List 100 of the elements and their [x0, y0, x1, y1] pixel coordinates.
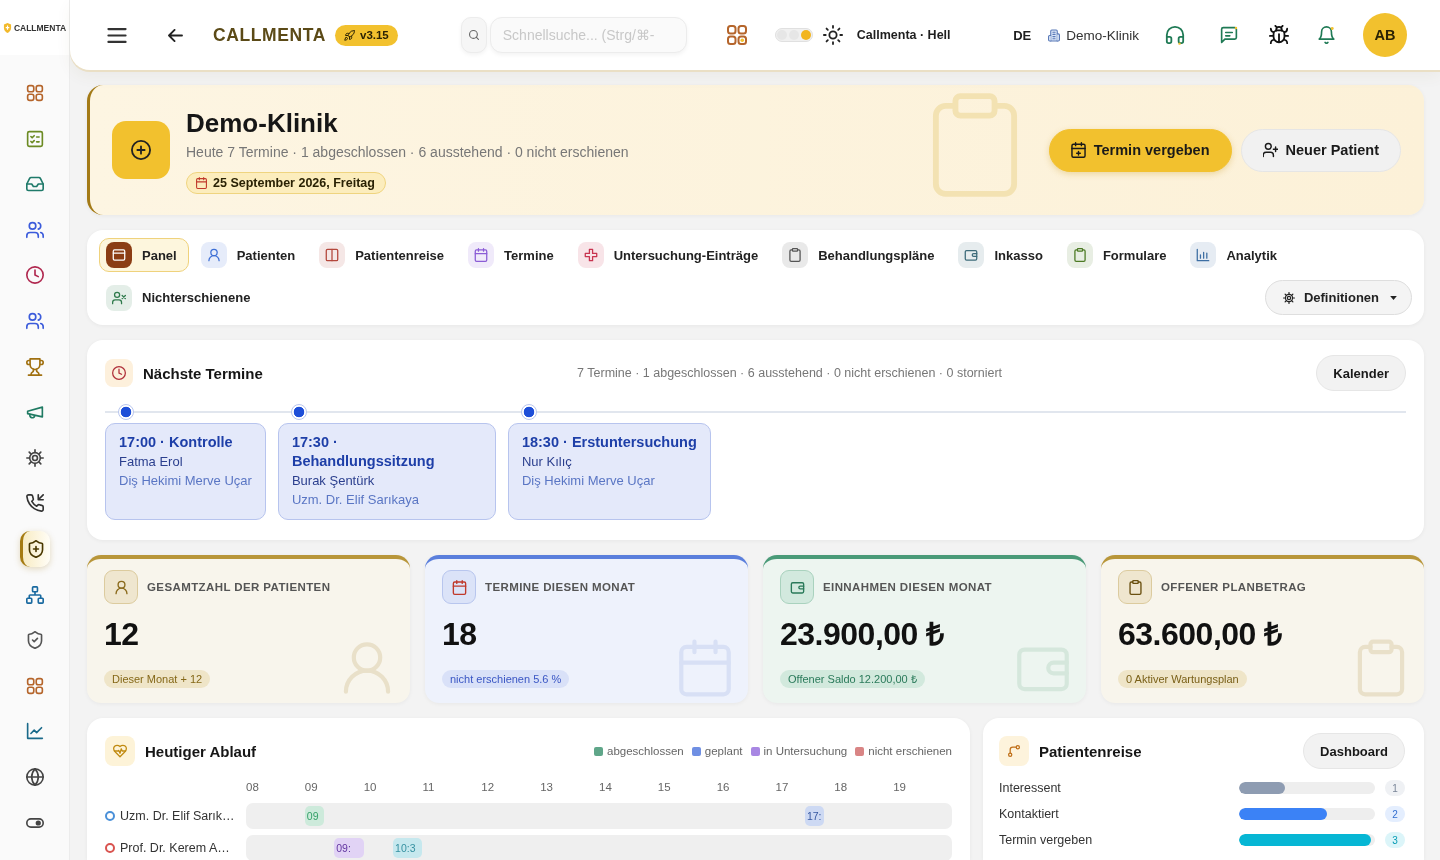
stat-value: 18 — [442, 616, 477, 652]
shield-check-icon — [25, 631, 44, 650]
doctor-name: Prof. Dr. Kerem A… — [120, 841, 230, 855]
section-title: Patientenreise — [1039, 742, 1142, 760]
sun-icon — [822, 25, 843, 45]
clipboard-icon — [1066, 242, 1093, 268]
hour-label: 10 — [363, 781, 377, 793]
appointment-slot[interactable]: 09: — [334, 838, 364, 858]
user-plus-icon — [1262, 142, 1278, 158]
hour-label: 13 — [540, 781, 553, 793]
tab[interactable]: Patientenreise — [312, 238, 457, 272]
building-icon — [1048, 28, 1061, 42]
shield-plus-icon — [27, 539, 45, 558]
search-button[interactable] — [460, 17, 487, 53]
grid-icon — [25, 676, 44, 695]
book-appointment-button[interactable]: Termin vergeben — [1048, 128, 1232, 172]
clipboard-icon — [782, 242, 809, 268]
doctor-name: Uzm. Dr. Elif Sarıkaya — [291, 491, 421, 509]
calendar-plus-icon — [1070, 142, 1086, 158]
patient-name: Burak Şentürk — [291, 472, 376, 490]
brand-name: CALLMENTA — [213, 24, 326, 46]
section-title: Nächste Termine — [143, 364, 263, 382]
tab[interactable]: Analytik — [1183, 238, 1290, 272]
stat-label: OFFENER PLANBETRAG — [1161, 581, 1307, 593]
hour-label: 15 — [657, 781, 671, 793]
stat-label: TERMINE DIESEN MONAT — [485, 581, 636, 593]
medical-cross-icon — [577, 242, 604, 268]
hour-label: 12 — [481, 781, 495, 793]
appointment-slot[interactable]: 17: — [804, 806, 825, 826]
phone-incoming-icon — [25, 494, 44, 513]
date-label: 25 September 2026, Freitag — [213, 175, 375, 190]
users-icon — [25, 220, 44, 239]
dashboard-button[interactable]: Dashboard — [1303, 733, 1405, 769]
hour-label: 14 — [599, 781, 612, 793]
tab[interactable]: Patienten — [193, 238, 308, 272]
sidebar-item[interactable] — [19, 530, 50, 567]
sitemap-icon — [25, 585, 44, 604]
clipboard-icon — [931, 91, 1019, 199]
heart-pulse-icon — [105, 736, 135, 766]
stat-note: 0 Aktiver Wartungsplan — [1118, 670, 1247, 688]
clock-icon — [25, 266, 44, 285]
tab[interactable]: Panel — [99, 238, 189, 272]
doctor-name: Diş Hekimi Merve Uçar — [521, 472, 656, 490]
theme-label: Callmenta · Hell — [856, 28, 951, 42]
language-label[interactable]: DE — [1013, 27, 1032, 43]
hour-label: 08 — [246, 781, 259, 793]
definitions-dropdown[interactable]: Definitionen — [1264, 280, 1412, 315]
headset-icon[interactable] — [1165, 25, 1185, 45]
calendar-icon — [468, 242, 495, 268]
bar-chart-icon — [1190, 242, 1217, 268]
appointment-card[interactable]: 18:30 · Erstuntersuchung Nur Kılıç Diş Hekimi Merve Uçar — [507, 423, 711, 520]
timeline-dot-icon — [118, 404, 134, 420]
stage-label: Interessent — [999, 781, 1062, 795]
back-arrow-icon[interactable] — [168, 28, 183, 42]
stat-value: 63.600,00 ₺ — [1118, 616, 1282, 652]
legend-label: nicht erschienen — [868, 745, 952, 757]
appointment-card[interactable]: 17:00 · Kontrolle Fatma Erol Diş Hekimi Merve Uçar — [105, 423, 266, 520]
calendar-button[interactable]: Kalender — [1316, 355, 1406, 391]
stat-value: 12 — [104, 616, 139, 652]
stat-note: Dieser Monat + 12 — [104, 670, 211, 688]
new-patient-button[interactable]: Neuer Patient — [1240, 128, 1401, 172]
stage-count: 2 — [1385, 806, 1405, 822]
stat-note: nicht erschienen 5.6 % — [442, 670, 570, 688]
tab[interactable]: Inkasso — [951, 238, 1055, 272]
globe-icon — [25, 767, 44, 786]
tab[interactable]: Untersuchung-Einträge — [570, 238, 771, 272]
hour-label: 19 — [893, 781, 906, 793]
window-icon — [106, 242, 132, 268]
stage-label: Termin vergeben — [999, 833, 1094, 847]
appointment-card[interactable]: 17:30 · Behandlungssitzung Burak Şentürk Uzm. Dr. Elif Sarıkaya — [277, 423, 496, 520]
apps-grid-icon[interactable] — [726, 25, 747, 45]
chat-icon[interactable] — [1220, 26, 1238, 44]
grid-icon — [25, 84, 44, 102]
wallet-icon — [958, 242, 985, 268]
hour-label: 09 — [304, 781, 318, 793]
tab[interactable]: Behandlungspläne — [775, 238, 947, 272]
user-avatar[interactable]: AB — [1363, 13, 1407, 57]
bug-icon[interactable] — [1269, 25, 1289, 45]
stage-label: Kontaktiert — [999, 807, 1060, 821]
rocket-icon — [344, 29, 355, 41]
clipboard-icon — [1118, 570, 1152, 604]
clinic-name: Demo-Klinik — [1066, 27, 1139, 43]
appointment-title: 18:30 · Erstuntersuchung — [521, 433, 697, 452]
tab[interactable]: Formulare — [1059, 238, 1179, 272]
doctor-name: Diş Hekimi Merve Uçar — [119, 472, 252, 490]
calendar-icon — [442, 570, 476, 604]
timeline-dot-icon — [520, 404, 537, 420]
menu-icon[interactable] — [107, 27, 127, 43]
gear-icon — [25, 448, 44, 467]
search-icon — [468, 30, 479, 40]
tab[interactable]: Termine — [461, 238, 566, 272]
stage-count: 3 — [1385, 832, 1405, 848]
section-title: Heutiger Ablauf — [145, 742, 257, 760]
clinic-summary: Heute 7 Termine · 1 abgeschlossen · 6 ausstehend · 0 nicht erschienen — [186, 142, 629, 162]
bell-icon[interactable] — [1318, 26, 1335, 44]
columns-icon — [319, 242, 346, 268]
caret-down-icon — [1390, 295, 1397, 300]
appointment-title: 17:30 · Behandlungssitzung — [291, 433, 436, 471]
tab[interactable]: Nichterschienene — [99, 280, 263, 315]
hour-label: 16 — [716, 781, 730, 793]
